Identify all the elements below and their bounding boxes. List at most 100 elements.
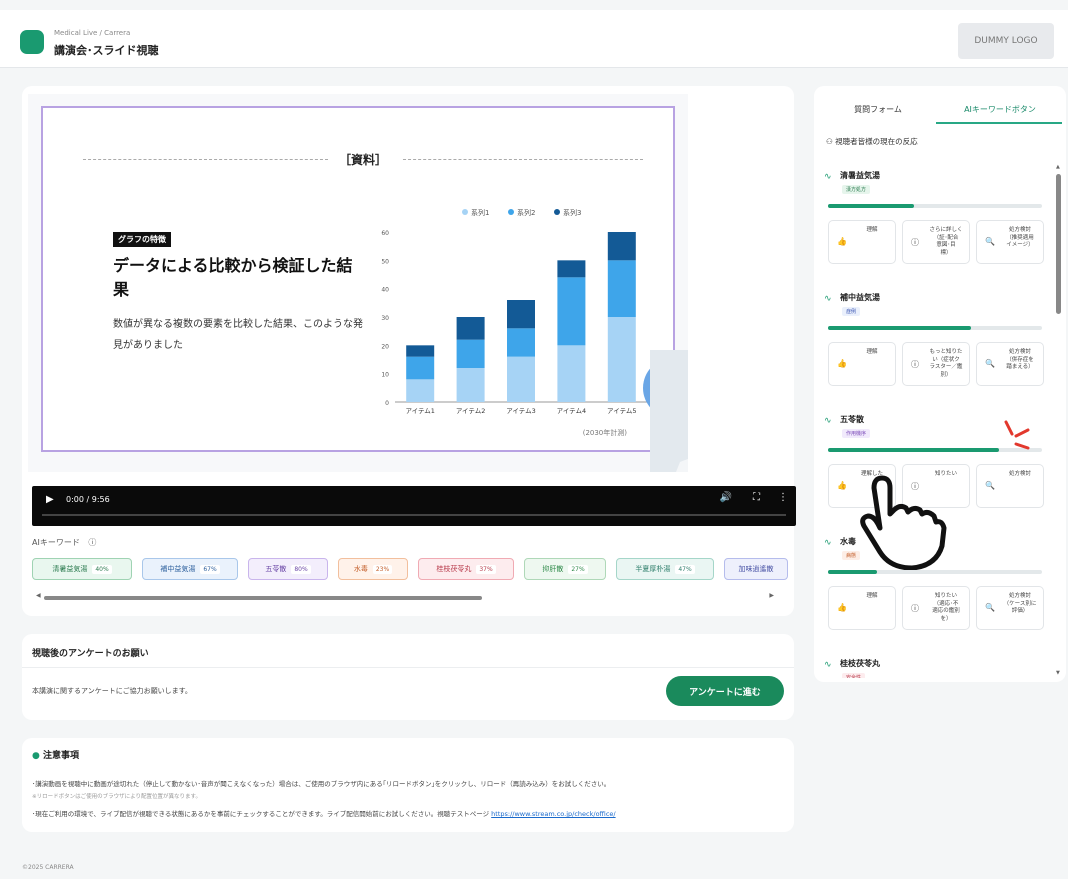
reaction-button[interactable]: 🔍 処方検討 （併存症を 踏まえる） xyxy=(976,342,1044,386)
bar-segment xyxy=(456,339,485,368)
reaction-button-label: 処方検討 （推奨適用 イメージ） xyxy=(1006,227,1034,248)
fullscreen-icon[interactable]: ⛶ xyxy=(753,492,760,503)
volume-icon[interactable]: 🔊 xyxy=(720,492,732,503)
reaction-list-scrollbar[interactable]: ▲ ▼ xyxy=(1056,164,1062,676)
app-title: 講演会･スライド視聴 xyxy=(54,44,159,57)
x-tick-label: アイテム3 xyxy=(506,407,536,415)
heading-divider-left xyxy=(83,159,328,160)
survey-title: 視聴後のアンケートのお願い xyxy=(32,649,149,659)
survey-text: 本講演に関するアンケートにご協力お願いします。 xyxy=(32,687,192,695)
reaction-button[interactable]: 🔍 処方検討 （推奨適用 イメージ） xyxy=(976,220,1044,264)
reaction-button[interactable]: 👍 理解 xyxy=(828,220,896,264)
slide-frame: ［資料］ グラフの特徴 データによる比較から検証した結果 数値が異なる複数の要素… xyxy=(41,106,688,452)
keyword-chip-percent: 80% xyxy=(291,564,311,574)
bar-segment xyxy=(607,260,636,317)
slide-date-note: (2030年計測) xyxy=(582,429,627,437)
reaction-button[interactable]: 👍 理解 xyxy=(828,342,896,386)
search-icon: 🔍 xyxy=(985,237,995,246)
scrollbar-thumb[interactable] xyxy=(44,596,482,600)
scroll-up-icon[interactable]: ▲ xyxy=(1056,164,1060,170)
keyword-chip-label: 水毒 xyxy=(353,565,368,573)
ai-keywords-label: AIキーワード xyxy=(32,538,80,547)
test-page-link[interactable]: https://www.stream.co.jp/check/office/ xyxy=(491,810,615,818)
scroll-right-icon[interactable]: ▶ xyxy=(769,592,774,599)
bar-segment xyxy=(507,328,535,357)
legend-marker xyxy=(508,209,514,215)
bar-segment xyxy=(456,317,485,340)
reaction-button-label: 理解 xyxy=(866,349,878,355)
question-icon: ⓘ xyxy=(911,360,919,369)
legend-label: 系列1 xyxy=(471,208,489,217)
reaction-progress-bar xyxy=(828,204,1042,208)
speaker-video xyxy=(650,350,688,472)
speaker-portrait xyxy=(650,350,688,472)
reaction-button[interactable]: ⓘ もっと知りた い（症状ク ラスター／鑑 別） xyxy=(902,342,970,386)
thumbs-up-icon: 👍 xyxy=(837,359,847,368)
tab-ai-keyword-buttons[interactable]: AIキーワードボタン xyxy=(942,96,1058,122)
survey-divider xyxy=(22,667,794,668)
reaction-scroll-thumb[interactable] xyxy=(1056,174,1061,314)
reaction-button-label: さらに詳しく （証･配合 意図･目 標） xyxy=(929,227,963,256)
sidebar-panel: 質問フォーム AIキーワードボタン ⚇ 視聴者皆様の現在の反応 ∿ 清暑益気湯 漢方… xyxy=(814,86,1066,682)
bar-segment xyxy=(557,345,586,402)
y-tick-label: 50 xyxy=(381,258,389,265)
reaction-item-badge: 症例 xyxy=(842,307,861,316)
notice-title-text: 注意事項 xyxy=(43,751,80,761)
survey-button[interactable]: アンケートに進む xyxy=(666,676,784,706)
keyword-chip[interactable]: 桂枝茯苓丸 37% xyxy=(418,558,514,580)
tab-question-form[interactable]: 質問フォーム xyxy=(820,96,936,122)
reaction-item: ∿ 補中益気湯 症例 👍 理解 ⓘ もっと知りた い（症状ク ラスター／鑑 別） 🔍 処方検討 … xyxy=(820,286,1054,400)
reaction-progress-bar xyxy=(828,326,1042,330)
keyword-chip[interactable]: 補中益気湯 67% xyxy=(142,558,238,580)
keyword-chip-label: 清暑益気湯 xyxy=(52,565,88,573)
keyword-chip-label: 抑肝散 xyxy=(542,565,564,573)
keyword-chip[interactable]: 半夏厚朴湯 47% xyxy=(616,558,714,580)
thumbs-up-icon: 👍 xyxy=(837,481,847,490)
x-tick-label: アイテム4 xyxy=(557,407,587,415)
play-icon[interactable]: ▶ xyxy=(46,494,54,505)
app-header: Medical Live / Carrera 講演会･スライド視聴 DUMMY … xyxy=(0,10,1068,68)
keyword-chip-percent: 40% xyxy=(92,564,112,574)
bar-segment xyxy=(607,317,636,402)
help-icon[interactable]: ⓘ xyxy=(88,538,96,547)
keyword-chip[interactable]: 加味逍遙散 xyxy=(724,558,788,580)
keyword-chip[interactable]: 五苓散 80% xyxy=(248,558,328,580)
bar-segment xyxy=(406,345,435,357)
presentation-slide: ［資料］ グラフの特徴 データによる比較から検証した結果 数値が異なる複数の要素… xyxy=(28,94,688,472)
copyright: ©2025 CARRERA xyxy=(22,864,74,871)
reaction-item-badge: 安全性 xyxy=(842,673,866,678)
reaction-button[interactable]: 🔍 処方検討 （ケース別に 評価） xyxy=(976,586,1044,630)
reaction-button[interactable]: 👍 理解 xyxy=(828,586,896,630)
more-options-icon[interactable]: ⋮ xyxy=(778,492,788,503)
keyword-chip[interactable]: 清暑益気湯 40% xyxy=(32,558,132,580)
video-card: ［資料］ グラフの特徴 データによる比較から検証した結果 数値が異なる複数の要素… xyxy=(22,86,796,616)
pulse-icon: ∿ xyxy=(824,172,832,182)
reaction-button-label: 処方検討 （併存症を 踏まえる） xyxy=(1006,349,1034,370)
notice-line-2: ･現在ご利用の環境で、ライブ配信が視聴できる状態にあるかを事前にチェックすること… xyxy=(32,808,616,818)
question-icon: ⓘ xyxy=(911,604,919,613)
keyword-chip-label: 補中益気湯 xyxy=(160,565,196,573)
reaction-button-label: 処方検討 （ケース別に 評価） xyxy=(1003,593,1037,614)
reactions-heading: ⚇ 視聴者皆様の現在の反応 xyxy=(826,136,918,147)
reaction-button[interactable]: ⓘ さらに詳しく （証･配合 意図･目 標） xyxy=(902,220,970,264)
scroll-down-icon[interactable]: ▼ xyxy=(1056,670,1060,676)
app-subtitle: Medical Live / Carrera xyxy=(54,29,131,37)
reactions-label: 視聴者皆様の現在の反応 xyxy=(835,137,918,146)
keyword-chip-label: 五苓散 xyxy=(265,565,287,573)
keyword-chip[interactable]: 抑肝散 27% xyxy=(524,558,606,580)
keyword-chip-percent: 47% xyxy=(675,564,695,574)
keyword-chip[interactable]: 水毒 23% xyxy=(338,558,408,580)
video-progress-bar[interactable] xyxy=(42,514,786,516)
reaction-button[interactable]: ⓘ 知りたい （適応･不 適応の鑑別 を） xyxy=(902,586,970,630)
legend-label: 系列2 xyxy=(517,208,535,217)
reaction-progress-fill xyxy=(828,570,878,574)
ai-keywords-heading: AIキーワード ⓘ xyxy=(32,537,96,548)
keyword-chip-label: 半夏厚朴湯 xyxy=(635,565,671,573)
scroll-left-icon[interactable]: ◀ xyxy=(36,592,41,599)
survey-card: 視聴後のアンケートのお願い 本講演に関するアンケートにご協力お願いします。 アン… xyxy=(22,634,794,720)
video-controls: ▶ 0:00 / 9:56 🔊 ⛶ ⋮ xyxy=(32,486,796,526)
app-logo-icon xyxy=(20,30,44,54)
reaction-button[interactable]: 🔍 処方検討 xyxy=(976,464,1044,508)
slide-tag: グラフの特徴 xyxy=(113,232,171,247)
keyword-scrollbar[interactable]: ◀ ▶ xyxy=(36,592,774,600)
